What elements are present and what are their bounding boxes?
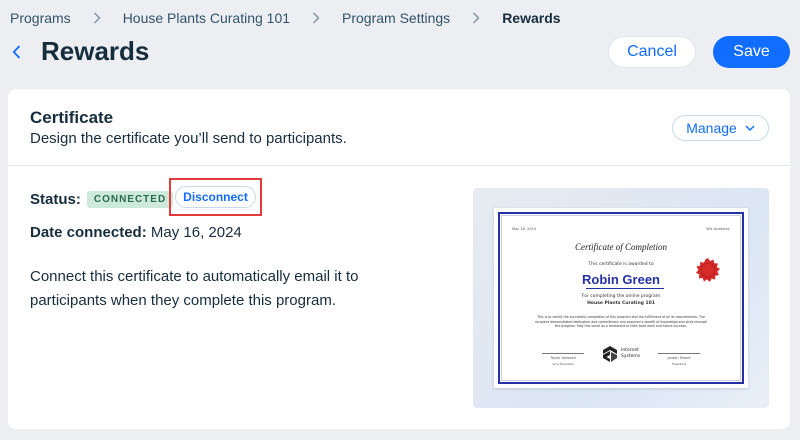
cert-org: Wix Academy xyxy=(706,227,730,231)
certificate-description: Connect this certificate to automaticall… xyxy=(30,268,359,309)
back-button[interactable] xyxy=(6,41,26,63)
seal-icon xyxy=(696,258,720,282)
status-label: Status: xyxy=(30,190,81,208)
save-button[interactable]: Save xyxy=(713,36,790,68)
certificate-card: Certificate Design the certificate you’l… xyxy=(8,89,790,429)
chevron-right-icon xyxy=(450,12,502,24)
disconnect-highlight: Disconnect xyxy=(169,178,262,216)
status-row: Status: CONNECTED xyxy=(30,188,174,210)
manage-button[interactable]: Manage xyxy=(672,115,769,141)
cancel-button[interactable]: Cancel xyxy=(608,36,696,68)
breadcrumb-item-program[interactable]: House Plants Curating 101 xyxy=(123,10,290,26)
page-title: Rewards xyxy=(41,36,150,66)
chevron-right-icon xyxy=(290,12,342,24)
disconnect-button[interactable]: Disconnect xyxy=(175,186,256,208)
cert-signer-right-role: President xyxy=(672,362,686,366)
cert-logo-line2: Systems xyxy=(621,354,641,359)
cert-signer-right-name: Jordan Moore xyxy=(667,356,691,360)
status-badge: CONNECTED xyxy=(86,190,174,208)
chevron-down-icon xyxy=(745,125,755,131)
breadcrumb: Programs House Plants Curating 101 Progr… xyxy=(10,9,561,27)
breadcrumb-item-program-settings[interactable]: Program Settings xyxy=(342,10,450,26)
breadcrumb-item-programs[interactable]: Programs xyxy=(10,10,71,26)
cert-for-completing: For completing the online program xyxy=(581,294,661,299)
manage-label: Manage xyxy=(686,120,737,136)
card-title: Certificate xyxy=(30,108,114,127)
internet-systems-logo-icon xyxy=(603,346,617,362)
cert-logo-line1: Internet xyxy=(621,348,639,353)
cert-signer-left-role: Vice President xyxy=(552,362,574,366)
certificate-preview[interactable]: May 16, 2024 Wix Academy Certificate of … xyxy=(473,188,769,408)
card-header: Certificate Design the certificate you’l… xyxy=(8,89,790,166)
chevron-left-icon xyxy=(12,45,20,59)
cert-date: May 16, 2024 xyxy=(512,227,536,231)
cert-signer-left-name: Taylor Areseed xyxy=(550,356,576,360)
date-connected-value: May 16, 2024 xyxy=(150,224,242,241)
date-connected-label: Date connected: xyxy=(30,224,147,241)
card-subtitle: Design the certificate you’ll send to pa… xyxy=(30,130,347,147)
cert-program: House Plants Curating 101 xyxy=(587,301,655,306)
chevron-right-icon xyxy=(71,12,123,24)
cert-title: Certificate of Completion xyxy=(575,242,667,252)
breadcrumb-item-rewards: Rewards xyxy=(502,10,561,26)
certificate-document: May 16, 2024 Wix Academy Certificate of … xyxy=(494,208,748,388)
date-connected-row: Date connected: May 16, 2024 xyxy=(30,224,242,241)
cert-body: This is to certify the successful comple… xyxy=(535,315,707,329)
